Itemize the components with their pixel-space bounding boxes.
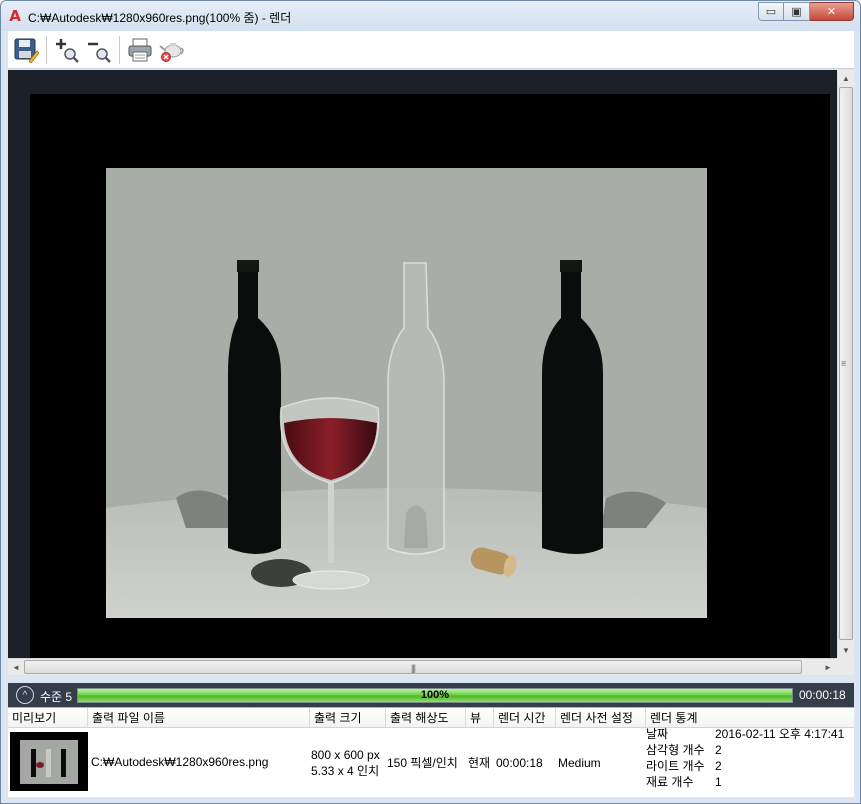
zoom-out-icon [88,42,111,63]
column-header-view[interactable]: 뷰 [466,708,494,728]
render-window: A C:₩Autodesk₩1280x960res.png(100% 줌) - … [0,0,861,804]
collapse-history-button[interactable]: ^ [16,686,34,704]
restore-button[interactable]: ▣ [784,2,810,21]
column-header-preset[interactable]: 렌더 사전 설정 [556,708,646,728]
render-progress-bar-strip: ^ 수준 5 100% 00:00:18 [8,683,854,707]
column-header-statistics[interactable]: 렌더 통계 [646,708,854,728]
output-resolution: 150 픽셀/인치 [387,756,458,770]
stat-value: 2 [715,743,722,757]
scroll-corner [837,658,854,675]
scroll-down-icon[interactable]: ▼ [838,642,854,658]
table-row[interactable]: C:₩Autodesk₩1280x960res.png 800 x 600 px… [8,727,854,796]
render-preview-thumbnail[interactable] [10,732,88,791]
render-toolbar [8,31,854,69]
teapot-cancel-icon [159,42,184,62]
autocad-logo-icon: A [9,7,21,25]
window-controls: ▭ ▣ ✕ [758,2,854,21]
save-button[interactable] [10,34,42,66]
rendered-image [106,168,707,618]
column-header-render-time[interactable]: 렌더 시간 [494,708,556,728]
minimize-button[interactable]: ▭ [758,2,784,21]
elapsed-time: 00:00:18 [799,688,846,702]
close-icon: ✕ [826,6,837,18]
stat-value: 1 [715,775,722,789]
grip-icon: ≡ [841,358,847,368]
minimize-icon: ▭ [765,6,777,18]
zoom-in-button[interactable] [51,34,83,66]
column-header-resolution[interactable]: 출력 해상도 [386,708,466,728]
zoom-out-button[interactable] [83,34,115,66]
output-size-inches: 5.33 x 4 인치 [311,764,380,778]
vertical-scrollbar[interactable]: ▲ ≡ ▼ [837,70,854,658]
stat-label: 재료 개수 [646,775,694,789]
title-bar[interactable]: A C:₩Autodesk₩1280x960res.png(100% 줌) - … [1,1,860,31]
output-file-name: C:₩Autodesk₩1280x960res.png [91,755,269,769]
output-size-px: 800 x 600 px [311,748,380,762]
print-button[interactable] [124,34,156,66]
chevron-up-icon: ^ [22,689,28,701]
render-preset-value: Medium [558,756,601,770]
stat-label: 날짜 [646,727,669,741]
zoom-in-icon [56,38,79,63]
stat-label: 삼각형 개수 [646,743,705,757]
view-name: 현재 [468,756,491,770]
close-button[interactable]: ✕ [810,2,854,21]
render-progress-bar: 100% [77,688,793,703]
stat-label: 라이트 개수 [646,759,705,773]
vertical-scroll-thumb[interactable]: ≡ [839,87,853,640]
scroll-left-icon[interactable]: ◄ [8,659,24,675]
table-header: 미리보기 출력 파일 이름 출력 크기 출력 해상도 뷰 렌더 시간 렌더 사전… [8,708,854,728]
stat-value: 2 [715,759,722,773]
scroll-right-icon[interactable]: ► [820,659,836,675]
progress-percent: 100% [420,689,450,701]
horizontal-scroll-thumb[interactable]: ||| [24,660,802,674]
cancel-render-button[interactable] [156,34,188,66]
toolbar-separator [119,35,120,64]
render-time-value: 00:00:18 [496,756,543,770]
save-icon [14,38,39,63]
window-title: C:₩Autodesk₩1280x960res.png(100% 줌) - 렌더 [28,11,292,25]
column-header-preview[interactable]: 미리보기 [8,708,88,728]
render-level-label: 수준 5 [40,690,73,704]
print-icon [128,38,152,61]
wine-bottles-render [106,168,707,618]
render-viewport[interactable] [8,70,837,658]
stat-value: 2016-02-11 오후 4:17:41 [715,727,845,741]
scroll-up-icon[interactable]: ▲ [838,70,854,86]
column-header-output-size[interactable]: 출력 크기 [310,708,386,728]
toolbar-separator [46,35,47,64]
grip-icon: ||| [410,663,416,673]
horizontal-scrollbar[interactable]: ◄ ||| ► [8,658,837,675]
restore-icon: ▣ [791,6,802,18]
render-history-table[interactable]: 미리보기 출력 파일 이름 출력 크기 출력 해상도 뷰 렌더 시간 렌더 사전… [8,707,854,797]
column-header-file-name[interactable]: 출력 파일 이름 [88,708,310,728]
preview-image [10,732,88,791]
